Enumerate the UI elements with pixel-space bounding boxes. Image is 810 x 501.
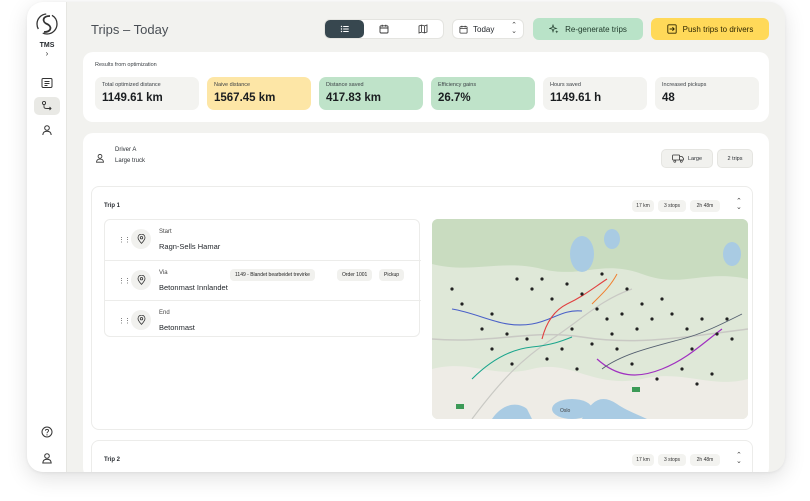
trip-2-title: Trip 2 — [104, 457, 121, 463]
metric-naive-distance: Naive distance 1567.45 km — [207, 77, 311, 110]
driver-vehicle: Large truck — [115, 158, 146, 164]
trip-1-stops-list: ⋮⋮ Start Ragn-Sells Hamar ⋮⋮ Via Betonma… — [104, 219, 421, 340]
push-trips-button[interactable]: Push trips to drivers — [651, 18, 769, 40]
stop-name: Betonmast — [159, 323, 195, 332]
regenerate-trips-label: Re-generate trips — [565, 24, 627, 34]
page-title: Trips – Today — [91, 22, 169, 37]
trip-1-panel: Trip 1 17 km 3 stops 2h 48m ⌃ ⌄ ⋮⋮ Start … — [91, 186, 753, 430]
waste-type-tag: 1149 - Blandet bearbeidet trevirke — [230, 269, 315, 281]
stop-kind: Start — [159, 229, 172, 235]
trip-1-stops-count: 3 stops — [658, 200, 686, 212]
main-content: Trips – Today Today ⌃ ⌄ Re-generate trips… — [67, 2, 785, 472]
view-mode-toggle — [324, 19, 444, 39]
trip-1-distance: 17 km — [632, 200, 654, 212]
view-calendar-button[interactable] — [364, 20, 403, 38]
results-label: Results from optimization — [95, 62, 157, 68]
location-pin-icon — [131, 229, 151, 249]
metric-efficiency-gains: Efficiency gains 26.7% — [431, 77, 535, 110]
driver-header: Driver A Large truck — [95, 147, 145, 164]
expand-sidebar-button[interactable]: › — [27, 49, 67, 58]
location-pin-icon — [131, 310, 151, 330]
sparkle-icon — [549, 24, 559, 34]
driver-card: Driver A Large truck Large 2 trips Trip … — [83, 133, 769, 472]
stop-item-start[interactable]: ⋮⋮ Start Ragn-Sells Hamar — [105, 220, 421, 260]
regenerate-trips-button[interactable]: Re-generate trips — [533, 18, 643, 40]
view-list-button[interactable] — [325, 20, 365, 38]
calendar-icon — [379, 24, 389, 34]
map-icon — [418, 24, 428, 34]
pickup-tag: Pickup — [379, 269, 405, 281]
order-tag: Order 1001 — [337, 269, 373, 281]
sidebar: TMS › — [27, 2, 67, 472]
trip-1-title: Trip 1 — [104, 203, 121, 209]
metric-total-optimized-distance: Total optimized distance 1149.61 km — [95, 77, 199, 110]
date-value: Today — [473, 24, 495, 34]
trip-2-expand-button[interactable]: ⌃ ⌄ — [736, 452, 742, 465]
stop-name: Ragn-Sells Hamar — [159, 242, 221, 251]
help-button[interactable] — [35, 423, 59, 441]
optimization-results-card: Results from optimization Total optimize… — [83, 52, 769, 122]
trip-2-stops-count: 3 stops — [658, 454, 686, 466]
nav-list-button[interactable] — [35, 74, 59, 92]
drag-handle-icon[interactable]: ⋮⋮ — [118, 277, 131, 285]
trip-1-duration: 2h 48m — [690, 200, 720, 212]
truck-icon — [672, 154, 684, 163]
help-icon — [41, 426, 53, 438]
trip-1-collapse-button[interactable]: ⌃ ⌄ — [736, 198, 742, 211]
metric-distance-saved: Distance saved 417.83 km — [319, 77, 423, 110]
metric-increased-pickups: Increased pickups 48 — [655, 77, 759, 110]
map-city-label: Oslo — [560, 408, 571, 414]
drag-handle-icon[interactable]: ⋮⋮ — [118, 317, 131, 325]
stop-item-via[interactable]: ⋮⋮ Via Betonmast Innlandet 1149 - Blande… — [105, 260, 421, 300]
app-window: TMS › Trips – Today Today ⌃ ⌄ Re-generat… — [27, 2, 785, 472]
push-trips-label: Push trips to drivers — [682, 24, 754, 34]
nav-routes-button[interactable] — [34, 97, 60, 115]
driver-name: Driver A — [115, 147, 137, 153]
profile-icon — [42, 453, 52, 464]
trip-2-duration: 2h 48m — [690, 454, 720, 466]
metric-hours-saved: Hours saved 1149.61 h — [543, 77, 647, 110]
push-arrow-icon — [666, 24, 677, 34]
nav-users-button[interactable] — [35, 121, 59, 139]
location-pin-icon — [131, 270, 151, 290]
list-icon — [340, 25, 349, 33]
list-icon — [41, 78, 53, 88]
stop-kind: Via — [159, 270, 168, 276]
calendar-icon — [459, 25, 468, 34]
stop-item-end[interactable]: ⋮⋮ End Betonmast — [105, 300, 421, 340]
route-map[interactable]: Oslo — [432, 219, 748, 419]
route-icon — [41, 100, 52, 111]
trip-2-distance: 17 km — [632, 454, 654, 466]
profile-button[interactable] — [35, 449, 59, 467]
chevron-up-down-icon: ⌃ ⌄ — [511, 22, 517, 35]
user-icon — [42, 125, 52, 136]
view-map-button[interactable] — [404, 20, 443, 38]
date-select[interactable]: Today ⌃ ⌄ — [452, 19, 524, 39]
stop-kind: End — [159, 310, 170, 316]
brand-label: TMS — [39, 42, 55, 49]
vehicle-size-chip: Large — [661, 149, 713, 168]
user-icon — [96, 154, 104, 163]
trip-2-panel: Trip 2 17 km 3 stops 2h 48m ⌃ ⌄ — [91, 440, 753, 472]
logo-icon — [36, 13, 58, 35]
drag-handle-icon[interactable]: ⋮⋮ — [118, 236, 131, 244]
stop-name: Betonmast Innlandet — [159, 283, 228, 292]
trips-count-chip: 2 trips — [717, 149, 753, 168]
